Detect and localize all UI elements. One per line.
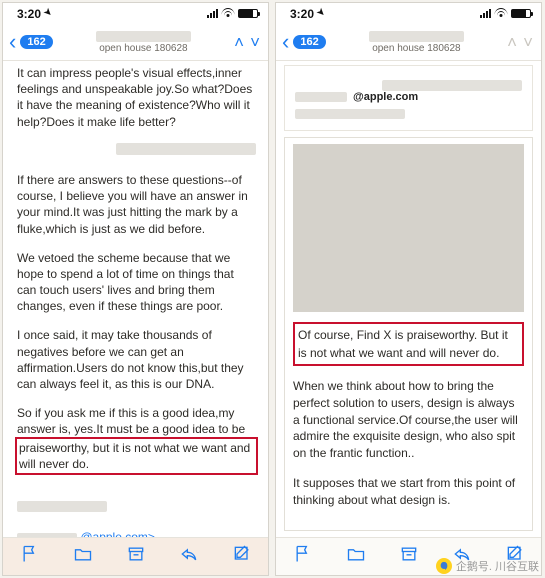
quoted-content: Of course, Find X is praiseworthy. But i…	[284, 137, 533, 531]
prev-message-button[interactable]: ˄	[234, 34, 244, 51]
paragraph: So if you ask me if this is a good idea,…	[17, 405, 256, 487]
sender-redacted	[96, 31, 191, 42]
archive-button[interactable]	[126, 544, 146, 569]
back-button[interactable]: ‹	[282, 31, 289, 53]
mail-body[interactable]: @apple.com Of course, Find X is praisewo…	[276, 61, 541, 537]
from-email[interactable]: @apple.com	[353, 91, 418, 103]
image-placeholder	[293, 144, 524, 312]
inbox-count-pill[interactable]: 162	[293, 35, 325, 49]
sender-email[interactable]: @apple.com>	[80, 530, 155, 537]
reply-button[interactable]	[179, 544, 199, 569]
archive-button[interactable]	[399, 544, 419, 569]
watermark: 企鹅号. 川谷互联	[436, 558, 539, 574]
nav-bar: ‹ 162 open house 180628 ˄ ˅	[276, 21, 541, 61]
highlighted-text: Of course, Find X is praiseworthy. But i…	[293, 322, 524, 366]
highlighted-text: praiseworthy, but it is not what we want…	[15, 437, 258, 475]
highlight-text: Of course, Find X is praiseworthy. But i…	[298, 328, 508, 360]
status-time: 3:20	[17, 7, 41, 21]
cellular-icon	[207, 9, 218, 18]
redacted-block	[17, 501, 107, 512]
inbox-count-pill[interactable]: 162	[20, 35, 52, 49]
mail-body[interactable]: It can impress people's visual effects,i…	[3, 61, 268, 537]
phone-right: 3:20 ➤ ‹ 162 open house 180628 ˄ ˅	[275, 2, 542, 576]
prev-message-button[interactable]: ˄	[507, 34, 517, 51]
subject-line: open house 180628	[372, 43, 460, 54]
battery-icon	[511, 9, 531, 18]
paragraph: If there are answers to these questions-…	[17, 172, 256, 237]
compose-button[interactable]	[232, 544, 252, 569]
wifi-icon	[494, 9, 508, 19]
redacted-block	[295, 109, 405, 119]
location-icon: ➤	[314, 6, 327, 19]
paragraph-text: So if you ask me if this is a good idea,…	[17, 406, 245, 436]
location-icon: ➤	[41, 6, 54, 19]
status-bar: 3:20 ➤	[276, 3, 541, 21]
cellular-icon	[480, 9, 491, 18]
toolbar	[3, 537, 268, 575]
paragraph: It supposes that we start from this poin…	[293, 475, 524, 509]
status-time: 3:20	[290, 7, 314, 21]
subject-line: open house 180628	[99, 43, 187, 54]
nav-bar: ‹ 162 open house 180628 ˄ ˅	[3, 21, 268, 61]
watermark-icon	[436, 558, 452, 574]
paragraph: When we think about how to bring the per…	[293, 378, 524, 462]
folder-button[interactable]	[73, 544, 93, 569]
signature-line: @apple.com>	[17, 529, 256, 537]
paragraph: We vetoed the scheme because that we hop…	[17, 250, 256, 315]
phone-left: 3:20 ➤ ‹ 162 open house 180628 ˄ ˅	[2, 2, 269, 576]
redacted-block	[382, 80, 522, 91]
wifi-icon	[221, 9, 235, 19]
flag-button[interactable]	[20, 544, 40, 569]
paragraph: I once said, it may take thousands of ne…	[17, 327, 256, 392]
next-message-button[interactable]: ˅	[523, 34, 533, 51]
back-button[interactable]: ‹	[9, 31, 16, 53]
paragraph: It can impress people's visual effects,i…	[17, 65, 256, 130]
battery-icon	[238, 9, 258, 18]
redacted-block	[295, 92, 347, 102]
from-header: @apple.com	[284, 65, 533, 131]
status-bar: 3:20 ➤	[3, 3, 268, 21]
flag-button[interactable]	[293, 544, 313, 569]
folder-button[interactable]	[346, 544, 366, 569]
watermark-text: 企鹅号. 川谷互联	[456, 558, 539, 574]
next-message-button[interactable]: ˅	[250, 34, 260, 51]
redacted-block	[116, 143, 256, 155]
sender-redacted	[369, 31, 464, 42]
